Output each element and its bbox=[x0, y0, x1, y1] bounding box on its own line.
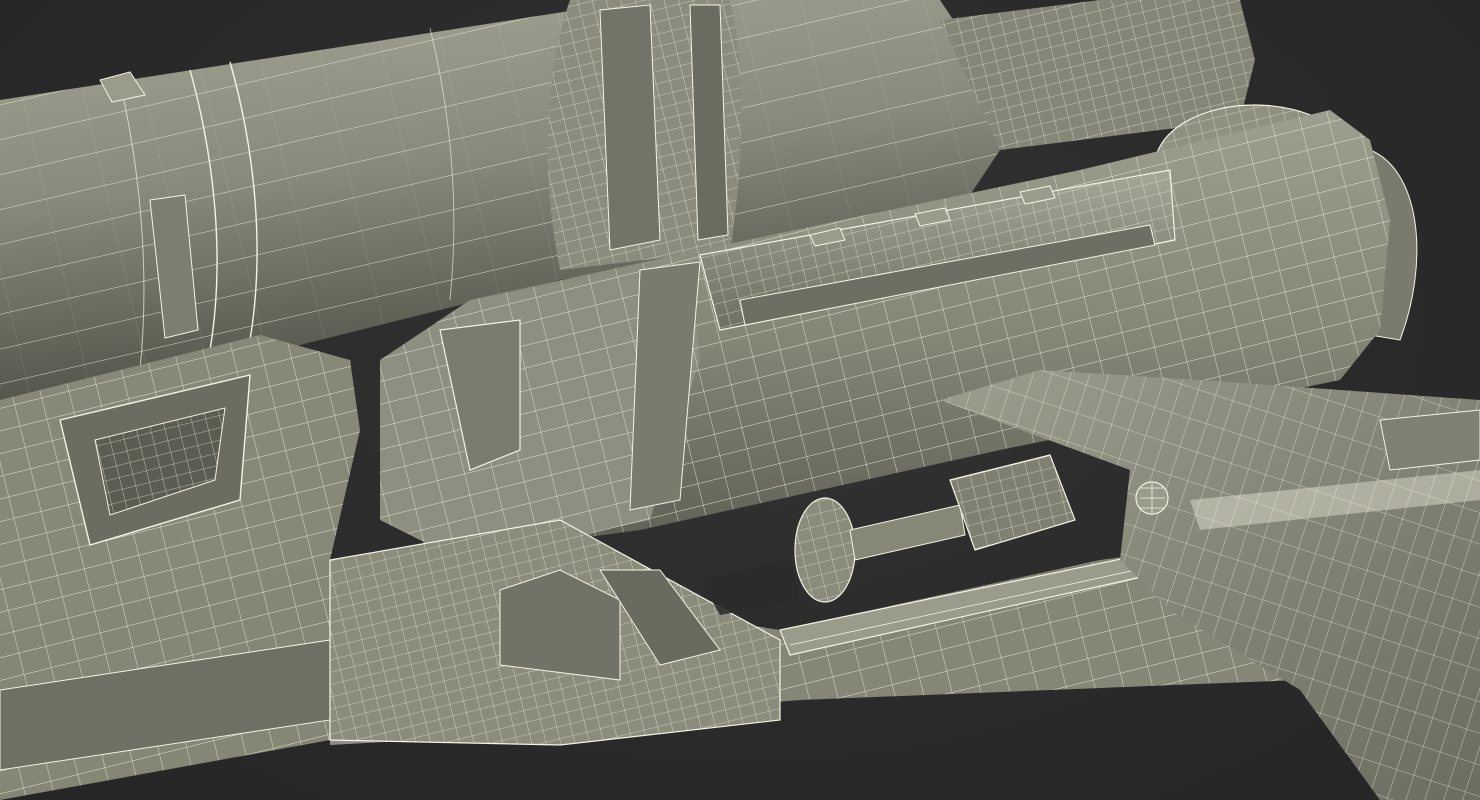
render-viewport bbox=[0, 0, 1480, 800]
tube-collar bbox=[547, 0, 742, 270]
wireframe-model bbox=[0, 0, 1480, 800]
